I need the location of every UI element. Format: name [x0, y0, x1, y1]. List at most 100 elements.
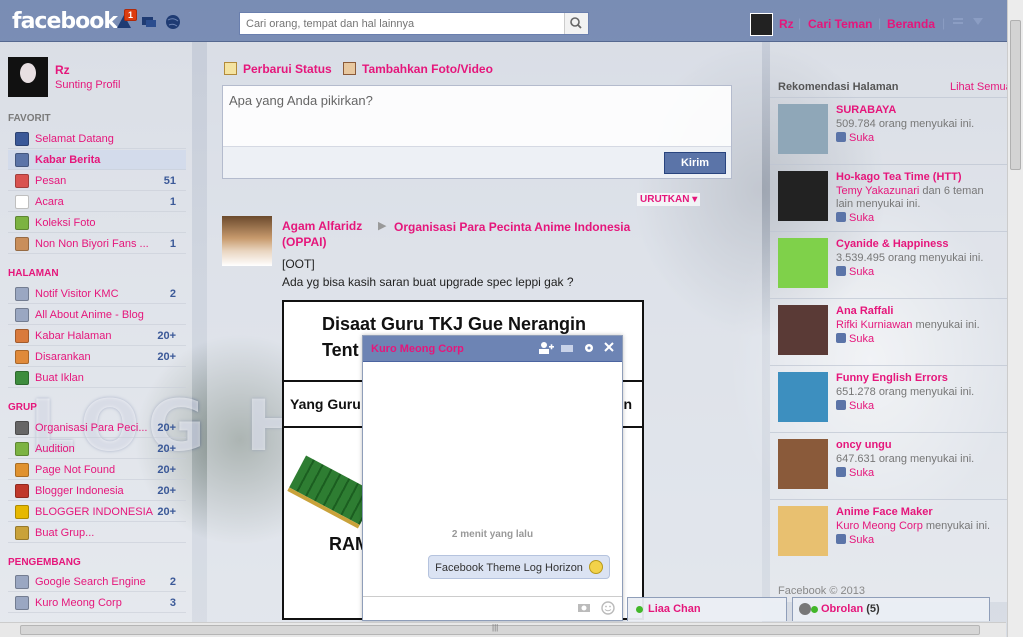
like-button[interactable]: Suka: [836, 333, 874, 345]
sidebar-item-pages[interactable]: All About Anime - Blog: [8, 305, 186, 325]
status-input[interactable]: Apa yang Anda pikirkan?: [229, 93, 373, 108]
camera-icon[interactable]: [577, 601, 591, 615]
sidebar-item-groups[interactable]: Blogger Indonesia 20+: [8, 481, 186, 501]
recommended-page[interactable]: Ho-kago Tea Time (HTT) Temy Yakazunari da…: [770, 164, 1007, 230]
post-submit-button[interactable]: Kirim: [664, 152, 726, 174]
sort-feed-button[interactable]: URUTKAN ▾: [637, 193, 701, 206]
recommended-page-thumbnail[interactable]: [778, 238, 828, 288]
recommended-page[interactable]: Anime Face Maker Kuro Meong Corp menyukai…: [770, 499, 1007, 565]
thumbs-up-icon: [836, 212, 846, 222]
search-input[interactable]: [240, 13, 558, 34]
sidebar-item-groups[interactable]: Audition 20+: [8, 439, 186, 459]
sidebar-item-pages[interactable]: Notif Visitor KMC 2: [8, 284, 186, 304]
sort-chevron-down-icon: ▾: [692, 194, 698, 205]
sidebar-item-groups[interactable]: Organisasi Para Peci... 20+: [8, 418, 186, 438]
sidebar-item-favorites[interactable]: Selamat Datang: [8, 129, 186, 149]
recommended-page-thumbnail[interactable]: [778, 104, 828, 154]
sidebar-item-label: Selamat Datang: [35, 133, 114, 145]
sidebar-item-icon: [15, 421, 29, 435]
recommended-page[interactable]: Cyanide & Happiness 3.539.495 orang menyu…: [770, 231, 1007, 297]
recommended-page-name[interactable]: SURABAYA: [836, 104, 896, 116]
sidebar-item-favorites[interactable]: Kabar Berita: [8, 150, 186, 170]
see-all-link[interactable]: Lihat Semua: [950, 81, 1012, 93]
sidebar-item-label: Kabar Berita: [35, 154, 101, 166]
recommended-page[interactable]: Ana Raffali Rifki Kurniawan menyukai ini.…: [770, 298, 1007, 364]
sidebar-item-favorites[interactable]: Koleksi Foto: [8, 213, 186, 233]
like-button[interactable]: Suka: [836, 266, 874, 278]
post-author-name[interactable]: Agam Alfaridz: [282, 219, 362, 233]
video-call-icon[interactable]: [560, 341, 574, 358]
sidebar-item-groups[interactable]: BLOGGER INDONESIA 20+: [8, 502, 186, 522]
chat-header[interactable]: Kuro Meong Corp: [363, 336, 622, 362]
post-group-abbrev[interactable]: (OPPAI): [282, 235, 326, 249]
sidebar-item-groups[interactable]: Page Not Found 20+: [8, 460, 186, 480]
horizontal-scrollbar[interactable]: |||: [0, 622, 1006, 637]
groups-heading[interactable]: GRUP: [8, 402, 37, 413]
post-author-avatar[interactable]: [222, 216, 272, 266]
sidebar-item-label: All About Anime - Blog: [35, 309, 144, 321]
edit-profile-link[interactable]: Sunting Profil: [55, 79, 120, 91]
search-button[interactable]: [564, 13, 588, 34]
vertical-scroll-thumb[interactable]: [1010, 20, 1021, 170]
sidebar-item-dev[interactable]: Kuro Meong Corp 3: [8, 593, 186, 613]
recommended-page-thumbnail[interactable]: [778, 171, 828, 221]
privacy-lock-icon[interactable]: [952, 16, 964, 28]
add-photo-video-tab[interactable]: Tambahkan Foto/Video: [362, 62, 493, 76]
update-status-tab[interactable]: Perbarui Status: [243, 62, 332, 76]
home-link[interactable]: Beranda: [887, 17, 935, 31]
profile-name[interactable]: Rz: [55, 63, 70, 77]
close-icon[interactable]: [603, 341, 615, 356]
find-friends-link[interactable]: Cari Teman: [808, 17, 872, 31]
pages-heading[interactable]: HALAMAN: [8, 268, 59, 279]
sidebar-item-label: Audition: [35, 443, 75, 455]
sidebar-item-groups[interactable]: Buat Grup...: [8, 523, 186, 543]
emoticon-icon[interactable]: [601, 601, 615, 615]
like-button[interactable]: Suka: [836, 534, 874, 546]
recommended-page[interactable]: oncy ungu 647.631 orang menyukai ini. Suka: [770, 432, 1007, 498]
recommended-page-thumbnail[interactable]: [778, 439, 828, 489]
sidebar-item-favorites[interactable]: Pesan 51: [8, 171, 186, 191]
messages-icon[interactable]: [140, 13, 158, 31]
sidebar-item-pages[interactable]: Buat Iklan: [8, 368, 186, 388]
like-button[interactable]: Suka: [836, 400, 874, 412]
like-button[interactable]: Suka: [836, 132, 874, 144]
sidebar-item-icon: [15, 350, 29, 364]
recommended-page-name[interactable]: Anime Face Maker: [836, 506, 933, 518]
recommended-page-thumbnail[interactable]: [778, 506, 828, 556]
recommended-page-name[interactable]: Cyanide & Happiness: [836, 238, 948, 250]
horizontal-scroll-thumb[interactable]: [20, 625, 980, 635]
chat-tab-friend[interactable]: Liaa Chan: [627, 597, 787, 621]
top-avatar[interactable]: [750, 13, 773, 36]
recommended-page-thumbnail[interactable]: [778, 305, 828, 355]
recommended-page-name[interactable]: Funny English Errors: [836, 372, 948, 384]
recommended-page-name[interactable]: Ana Raffali: [836, 305, 893, 317]
profile-link[interactable]: Rz: [779, 17, 794, 31]
facebook-logo[interactable]: facebook: [12, 9, 118, 34]
recommended-page[interactable]: SURABAYA 509.784 orang menyukai ini. Suka: [770, 97, 1007, 163]
sidebar-item-favorites[interactable]: Acara 1: [8, 192, 186, 212]
chat-sidebar-toggle[interactable]: Obrolan (5): [792, 597, 990, 621]
profile-avatar[interactable]: [8, 57, 48, 97]
globe-icon[interactable]: [164, 13, 182, 31]
recommended-page[interactable]: Funny English Errors 651.278 orang menyuk…: [770, 365, 1007, 431]
sidebar-item-pages[interactable]: Disarankan 20+: [8, 347, 186, 367]
sidebar-item-favorites[interactable]: Non Non Biyori Fans ... 1: [8, 234, 186, 254]
like-button[interactable]: Suka: [836, 212, 874, 224]
sidebar-item-pages[interactable]: Kabar Halaman 20+: [8, 326, 186, 346]
chat-title[interactable]: Kuro Meong Corp: [371, 343, 464, 355]
vertical-scrollbar[interactable]: [1007, 0, 1023, 637]
developer-heading[interactable]: PENGEMBANG: [8, 557, 81, 568]
gear-icon[interactable]: [582, 341, 596, 358]
chat-message-input[interactable]: [363, 596, 622, 620]
account-menu-chevron-down-icon[interactable]: [973, 18, 983, 26]
sidebar-item-dev[interactable]: Google Search Engine 2: [8, 572, 186, 592]
status-composer[interactable]: Apa yang Anda pikirkan? Kirim: [222, 85, 732, 179]
recommended-page-name[interactable]: Ho-kago Tea Time (HTT): [836, 171, 962, 183]
thumbs-up-icon: [836, 266, 846, 276]
chat-window[interactable]: Kuro Meong Corp 2 menit yang lalu Facebo…: [362, 335, 623, 621]
recommended-page-thumbnail[interactable]: [778, 372, 828, 422]
like-button[interactable]: Suka: [836, 467, 874, 479]
recommended-page-name[interactable]: oncy ungu: [836, 439, 892, 451]
add-friend-to-chat-icon[interactable]: [538, 341, 554, 358]
post-group-name[interactable]: Organisasi Para Pecinta Anime Indonesia: [394, 219, 674, 235]
